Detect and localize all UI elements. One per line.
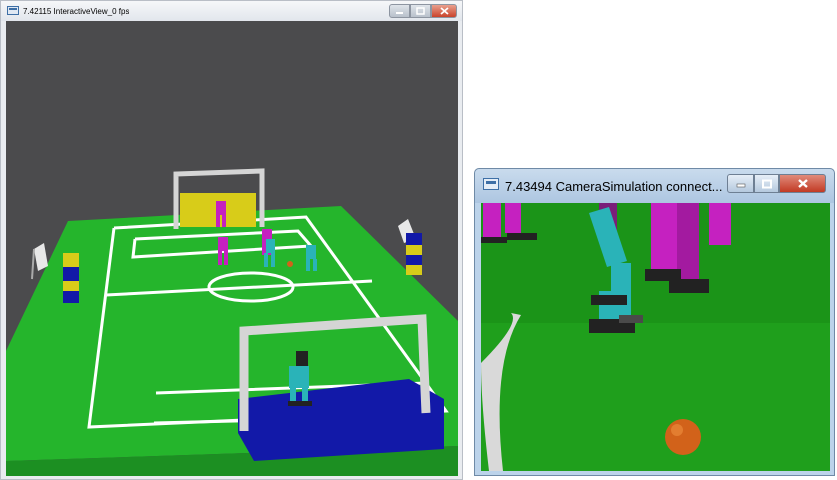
camera-simulation-window: 7.43494 CameraSimulation connect... xyxy=(474,168,835,476)
close-icon xyxy=(439,7,449,15)
camera-image-viewport[interactable] xyxy=(481,203,830,471)
camera-view-scene xyxy=(481,203,830,471)
ball xyxy=(287,261,293,267)
beacon-right xyxy=(406,233,422,275)
minimize-button[interactable] xyxy=(389,4,410,18)
close-button[interactable] xyxy=(779,174,826,193)
maximize-icon xyxy=(416,7,425,15)
app-window-icon xyxy=(483,177,499,195)
minimize-icon xyxy=(735,179,747,188)
close-button[interactable] xyxy=(431,4,457,18)
interactive-view-title: 7.42115 InteractiveView_0 fps xyxy=(23,6,130,16)
camera-simulation-title: 7.43494 CameraSimulation connect... xyxy=(505,178,723,194)
maximize-button[interactable] xyxy=(410,4,431,18)
soccer-field-scene xyxy=(6,168,458,476)
maximize-button[interactable] xyxy=(754,174,779,193)
close-icon xyxy=(797,178,809,189)
minimize-button[interactable] xyxy=(727,174,754,193)
beacon-left xyxy=(63,253,79,303)
minimize-icon xyxy=(395,8,404,15)
simulation-3d-viewport[interactable] xyxy=(6,21,458,476)
app-window-icon xyxy=(7,2,19,20)
ball xyxy=(665,419,701,455)
maximize-icon xyxy=(761,179,773,189)
interactive-view-window: 7.42115 InteractiveView_0 fps xyxy=(0,0,463,480)
